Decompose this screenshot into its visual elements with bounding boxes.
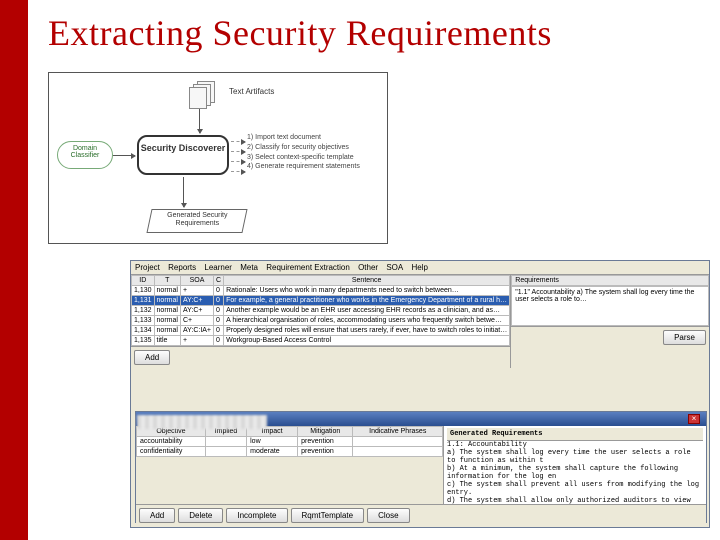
table-row: accountabilitylowprevention (137, 437, 443, 447)
menu-reports[interactable]: Reports (168, 263, 196, 272)
table-row: confidentialitymoderateprevention (137, 447, 443, 457)
menu-soa[interactable]: SOA (386, 263, 403, 272)
col-phrases[interactable]: Indicative Phrases (353, 427, 443, 437)
generated-req-header: Generated Requirements (447, 428, 703, 441)
col-sentence[interactable]: Sentence (224, 276, 510, 286)
dlg-rqmt-template-button[interactable]: RqmtTemplate (291, 508, 365, 523)
parse-button[interactable]: Parse (663, 330, 706, 345)
col-t[interactable]: T (154, 276, 180, 286)
accent-bar (0, 0, 28, 540)
sentences-table[interactable]: ID T SOA C Sentence 1,130normal+0Rationa… (131, 275, 510, 346)
col-mitigation[interactable]: Mitigation (298, 427, 353, 437)
dlg-delete-button[interactable]: Delete (178, 508, 223, 523)
menu-meta[interactable]: Meta (240, 263, 258, 272)
col-c[interactable]: C (214, 276, 224, 286)
table-row: 1,130normal+0Rationale: Users who work i… (132, 286, 510, 296)
arrow-down-icon (183, 177, 184, 207)
table-row: 1,134normalAY:C:IA+0Properly designed ro… (132, 326, 510, 336)
generated-req-text: 1.1: Accountability a) The system shall … (447, 441, 703, 504)
dlg-incomplete-button[interactable]: Incomplete (226, 508, 287, 523)
domain-classifier-node: Domain Classifier (57, 141, 113, 169)
col-id[interactable]: ID (132, 276, 155, 286)
arrow-right-icon (113, 155, 135, 156)
table-row: 1,133normalC+0A hierarchical organisatio… (132, 316, 510, 326)
generated-requirements-node: Generated Security Requirements (146, 209, 247, 233)
menu-learner[interactable]: Learner (204, 263, 232, 272)
arrow-down-icon (199, 109, 200, 133)
dashed-arrow-icon (231, 141, 245, 142)
text-artifacts-label: Text Artifacts (229, 87, 274, 96)
table-row-selected: 1,131normalAY:C+0For example, a general … (132, 296, 510, 306)
dashed-arrow-icon (231, 171, 245, 172)
process-diagram: Text Artifacts Security Discoverer Domai… (48, 72, 388, 244)
table-row: 1,132normalAY:C+0Another example would b… (132, 306, 510, 316)
col-soa[interactable]: SOA (180, 276, 213, 286)
dlg-add-button[interactable]: Add (139, 508, 175, 523)
objectives-table[interactable]: Objective Implied Impact Mitigation Indi… (136, 426, 443, 457)
documents-icon (189, 81, 219, 107)
menu-bar[interactable]: Project Reports Learner Meta Requirement… (131, 261, 709, 275)
steps-list: 1) Import text document 2) Classify for … (247, 133, 360, 172)
menu-help[interactable]: Help (411, 263, 427, 272)
menu-project[interactable]: Project (135, 263, 160, 272)
redacted-title (137, 415, 267, 429)
dashed-arrow-icon (231, 161, 245, 162)
dashed-arrow-icon (231, 151, 245, 152)
menu-other[interactable]: Other (358, 263, 378, 272)
requirements-cell: "1.1" Accountability a) The system shall… (511, 286, 709, 326)
col-requirements[interactable]: Requirements (511, 275, 709, 286)
page-title: Extracting Security Requirements (48, 12, 552, 54)
add-button[interactable]: Add (134, 350, 170, 365)
tool-window: Project Reports Learner Meta Requirement… (130, 260, 710, 528)
menu-req-extraction[interactable]: Requirement Extraction (266, 263, 350, 272)
table-row: 1,135title+0Workgroup-Based Access Contr… (132, 336, 510, 346)
security-discoverer-node: Security Discoverer (137, 135, 229, 175)
dlg-close-button[interactable]: Close (367, 508, 409, 523)
close-icon[interactable]: × (688, 414, 700, 424)
